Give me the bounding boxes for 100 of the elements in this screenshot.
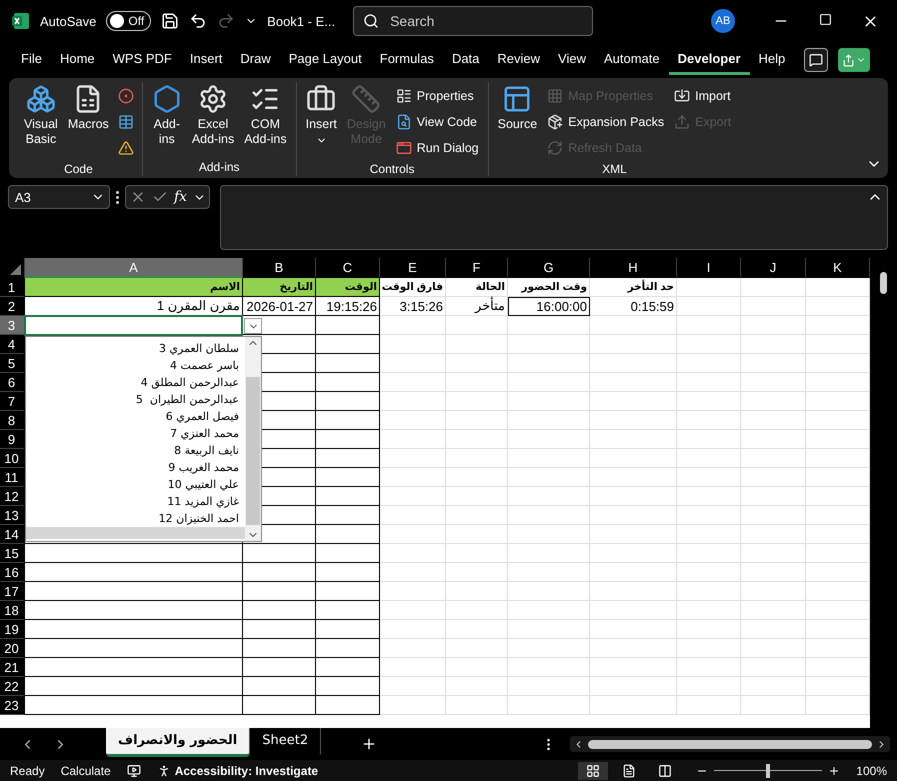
- ribbon-tab[interactable]: View: [549, 45, 595, 75]
- view-mode-button[interactable]: [578, 762, 608, 780]
- sheet-tab[interactable]: الحضور والانصراف: [106, 727, 250, 757]
- table-cell: [677, 335, 741, 354]
- table-cell: [741, 297, 806, 316]
- ribbon-tab[interactable]: Draw: [231, 45, 280, 75]
- list-option[interactable]: نايف الربيعة 8: [26, 442, 245, 459]
- table-cell: [677, 696, 741, 715]
- ribbon-tab[interactable]: WPS PDF: [104, 45, 181, 75]
- list-scrollbar[interactable]: [245, 337, 261, 541]
- comments-button[interactable]: [804, 48, 828, 72]
- ribbon-button[interactable]: COM Add-ins: [241, 82, 290, 158]
- row-header[interactable]: 4: [0, 335, 25, 354]
- ribbon-tab[interactable]: Review: [488, 45, 550, 75]
- group-label: Controls: [368, 161, 416, 178]
- row-header[interactable]: 7: [0, 392, 25, 411]
- row-header[interactable]: 11: [0, 468, 25, 487]
- scrollbar-thumb[interactable]: [880, 272, 887, 294]
- row-header[interactable]: 6: [0, 373, 25, 392]
- list-option[interactable]: محمد الغريب 9: [26, 459, 245, 476]
- formula-input[interactable]: [220, 185, 888, 250]
- table-cell: [316, 506, 380, 525]
- row-header[interactable]: 19: [0, 620, 25, 639]
- ribbon-tab[interactable]: Home: [50, 45, 104, 75]
- ribbon-button[interactable]: Run Dialog: [392, 136, 482, 160]
- ribbon-button[interactable]: Add- ins: [148, 82, 185, 158]
- row-header[interactable]: 16: [0, 563, 25, 582]
- ribbon-tab[interactable]: Developer: [668, 45, 750, 75]
- table-cell: [446, 620, 508, 639]
- autosave-toggle[interactable]: Off: [106, 11, 152, 31]
- ribbon-tab[interactable]: Page Layout: [280, 45, 371, 75]
- row-header[interactable]: 10: [0, 449, 25, 468]
- list-option[interactable]: باسر عصمت 4: [26, 357, 245, 374]
- row-header[interactable]: 3: [0, 316, 25, 335]
- row-header[interactable]: 17: [0, 582, 25, 601]
- insert-function-button[interactable]: fx: [174, 189, 188, 205]
- table-cell: [677, 620, 741, 639]
- save-icon[interactable]: [161, 12, 180, 30]
- ribbon-button[interactable]: Source: [494, 82, 540, 160]
- zoom-in-icon[interactable]: [828, 764, 840, 776]
- window-icon: [396, 140, 412, 156]
- list-option[interactable]: غازي المزيد 11: [26, 493, 245, 510]
- table-cell: [677, 601, 741, 620]
- ribbon-button[interactable]: Visual Basic: [21, 82, 61, 160]
- row-header[interactable]: 15: [0, 544, 25, 563]
- list-option[interactable]: عبدالرحمن المطلق 4: [26, 374, 245, 391]
- ribbon-tab[interactable]: Formulas: [370, 45, 443, 75]
- row-header[interactable]: 18: [0, 601, 25, 620]
- row-header[interactable]: 2: [0, 297, 25, 316]
- maximize-icon[interactable]: [819, 12, 832, 26]
- macro-recording-icon[interactable]: [126, 764, 141, 778]
- column-header[interactable]: A: [25, 258, 243, 278]
- table-cell: [316, 544, 380, 563]
- row-header[interactable]: 9: [0, 430, 25, 449]
- list-option[interactable]: فيصل العمري 6: [26, 408, 245, 425]
- list-option[interactable]: سلطان العمري 3: [26, 340, 245, 357]
- ribbon-tab[interactable]: Insert: [180, 45, 232, 75]
- row-header[interactable]: 20: [0, 639, 25, 658]
- ribbon-button[interactable]: Properties: [392, 84, 482, 108]
- row-header[interactable]: 22: [0, 677, 25, 696]
- list-option[interactable]: عبدالرحمن الطيران 5: [26, 391, 245, 408]
- row-header[interactable]: 13: [0, 506, 25, 525]
- table-cell: [677, 392, 741, 411]
- table-cell: فارق الوقت: [380, 278, 446, 297]
- list-option[interactable]: علي العتيبي 10: [26, 476, 245, 493]
- user-avatar[interactable]: AB: [711, 9, 735, 33]
- calculate-button[interactable]: Calculate: [60, 764, 111, 778]
- ribbon-tab[interactable]: Help: [750, 45, 794, 75]
- zoom-level[interactable]: 100%: [856, 764, 887, 778]
- row-header[interactable]: 14: [0, 525, 25, 544]
- ribbon-button[interactable]: Macros: [64, 82, 112, 160]
- search-field[interactable]: Search: [353, 6, 594, 36]
- row-header[interactable]: 23: [0, 696, 25, 715]
- row-header[interactable]: 8: [0, 411, 25, 430]
- table-cell: متأخر: [446, 297, 508, 316]
- list-option[interactable]: احمد الخنيزان 12: [26, 510, 245, 527]
- ribbon-button[interactable]: Insert: [302, 82, 340, 160]
- zoom-thumb[interactable]: [766, 764, 770, 778]
- ribbon-button[interactable]: Excel Add-ins: [188, 82, 238, 158]
- row-header[interactable]: 1: [0, 278, 25, 297]
- table-cell: [741, 430, 806, 449]
- ribbon-tab[interactable]: File: [12, 45, 51, 75]
- row-header[interactable]: 12: [0, 487, 25, 506]
- scrollbar-thumb[interactable]: [588, 740, 872, 748]
- ribbon-button[interactable]: View Code: [392, 110, 482, 134]
- ribbon-button[interactable]: Import: [671, 84, 734, 108]
- ribbon-tab[interactable]: Automate: [594, 45, 669, 75]
- table-cell: [316, 658, 380, 677]
- scrollbar-thumb[interactable]: [246, 377, 260, 525]
- dropdown-button[interactable]: [244, 318, 262, 334]
- horizontal-scrollbar[interactable]: [570, 736, 890, 752]
- row-header[interactable]: 21: [0, 658, 25, 677]
- ribbon-button[interactable]: Expansion Packs: [544, 110, 668, 134]
- row-header[interactable]: 5: [0, 354, 25, 373]
- share-button[interactable]: [838, 48, 870, 72]
- ribbon-tab[interactable]: Data: [442, 45, 488, 75]
- undo-icon[interactable]: [189, 12, 208, 30]
- list-option[interactable]: محمد العنزي 7: [26, 425, 245, 442]
- accessibility-status[interactable]: Accessibility: Investigate: [174, 764, 318, 778]
- name-box[interactable]: A3: [8, 185, 110, 209]
